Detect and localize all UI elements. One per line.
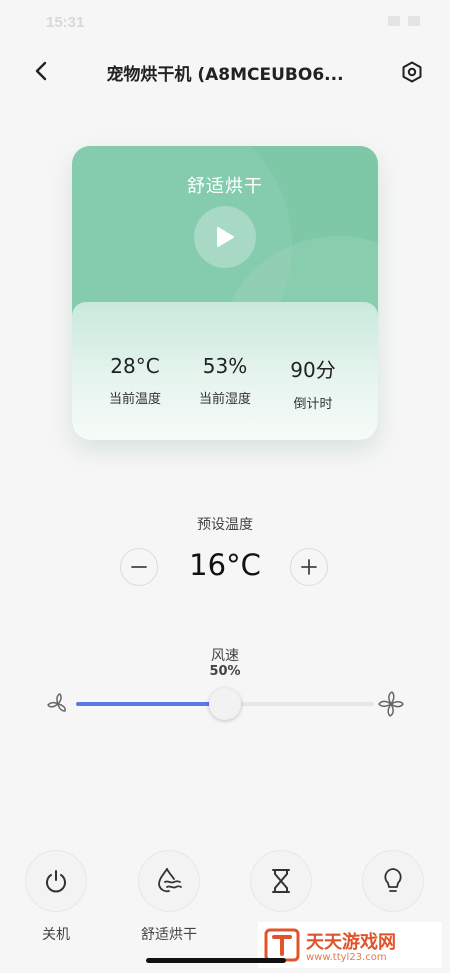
stat-label: 当前湿度	[198, 392, 251, 407]
play-icon	[217, 227, 234, 247]
stat-current-humidity: 53% 当前湿度	[180, 354, 270, 407]
preset-temp-label: 预设温度	[197, 517, 253, 533]
stats-panel: 28°C 当前温度 53% 当前湿度 90分 倒计时	[72, 302, 378, 440]
fan-high-icon	[378, 691, 404, 717]
header: 宠物烘干机 (A8MCEUBO6...	[0, 48, 450, 94]
page-title: 宠物烘干机 (A8MCEUBO6...	[106, 65, 344, 85]
stat-countdown: 90分 倒计时	[268, 354, 358, 412]
home-indicator	[146, 958, 286, 963]
light-button[interactable]	[362, 850, 424, 912]
preset-temp-value: 16°C	[189, 548, 261, 582]
mode-card: 舒适烘干 28°C 当前温度 53% 当前湿度 90分 倒计时	[72, 146, 378, 440]
power-label: 关机	[42, 927, 70, 943]
slider-thumb[interactable]	[209, 688, 241, 720]
drying-mode-label: 舒适烘干	[141, 927, 197, 943]
bulb-icon	[384, 868, 402, 892]
status-icons	[388, 16, 420, 26]
plus-icon	[301, 559, 317, 575]
drying-mode-button[interactable]	[138, 850, 200, 912]
settings-button[interactable]	[398, 58, 426, 86]
hexagon-settings-icon	[402, 61, 422, 83]
temp-increase-button[interactable]	[290, 548, 328, 586]
stat-label: 倒计时	[293, 397, 333, 412]
wind-speed-value: 50%	[209, 664, 241, 679]
power-button[interactable]	[25, 850, 87, 912]
stat-value: 53%	[202, 354, 248, 378]
hourglass-icon	[272, 869, 290, 893]
drying-mode-icon	[158, 868, 182, 893]
play-button[interactable]	[194, 206, 256, 268]
stat-label: 当前温度	[108, 392, 161, 407]
fan-low-icon	[47, 693, 66, 712]
watermark-name: 天天游戏网	[306, 931, 396, 953]
status-bar: 15:31	[0, 0, 450, 44]
power-icon	[46, 870, 66, 893]
chevron-left-icon	[35, 61, 47, 81]
wind-speed-label: 风速	[211, 648, 239, 664]
wind-speed-slider[interactable]	[76, 688, 374, 720]
watermark-logo	[264, 928, 300, 962]
status-time: 15:31	[46, 14, 85, 31]
watermark-url: www.ttyl23.com	[306, 951, 387, 963]
stat-current-temp: 28°C 当前温度	[90, 354, 180, 407]
back-button[interactable]	[28, 58, 54, 84]
slider-fill	[76, 702, 225, 706]
stat-value: 90分	[290, 358, 336, 382]
timer-button[interactable]	[250, 850, 312, 912]
mode-name: 舒适烘干	[187, 176, 263, 197]
stat-value: 28°C	[110, 354, 160, 378]
